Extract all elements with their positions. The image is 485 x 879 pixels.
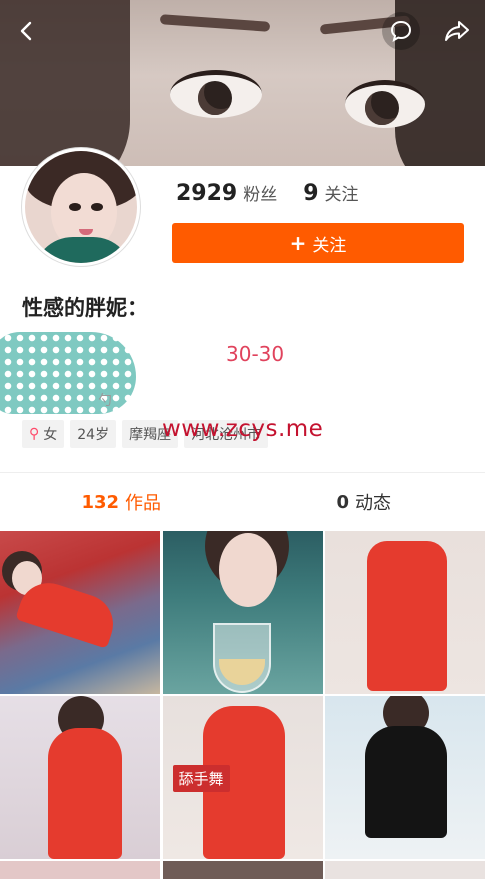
following-label[interactable]: 关注 (325, 180, 359, 205)
tag-age: 24岁 (70, 420, 117, 448)
video-thumbnail[interactable] (0, 861, 160, 879)
avatar[interactable] (22, 148, 140, 266)
tab-works-count: 132 (81, 491, 120, 513)
back-button[interactable] (8, 12, 46, 50)
video-thumbnail[interactable]: 舔手舞 (162, 696, 323, 859)
video-thumbnail[interactable] (0, 696, 160, 859)
tab-moments[interactable]: 0 动态 (243, 473, 485, 531)
profile-stats: 2929 粉丝 9 关注 (176, 180, 385, 206)
cover-photo (0, 0, 485, 168)
tab-works-label: 作品 (125, 493, 162, 514)
tag-gender: ⚲ 女 (22, 420, 65, 448)
wine-glass (212, 623, 271, 693)
back-arrow-icon (20, 21, 32, 41)
followers-label[interactable]: 粉丝 (243, 180, 277, 205)
tab-moments-count: 0 (336, 491, 350, 513)
followers-count[interactable]: 2929 (176, 181, 237, 206)
chat-bubble-icon (390, 20, 412, 43)
profile-name: 性感的胖妮： (22, 296, 148, 320)
video-thumbnail[interactable] (325, 696, 485, 859)
profile-bio-fragment: 勺 (98, 393, 112, 409)
tab-works[interactable]: 132 作品 (0, 473, 243, 531)
thumb-dress (365, 726, 447, 838)
profile-tabs: 132 作品 0 动态 (0, 473, 485, 531)
polka-dot-sticker (0, 332, 136, 414)
following-count[interactable]: 9 (303, 181, 318, 206)
tag-gender-label: 女 (43, 427, 58, 443)
watermark-text: www.zcys.me (162, 416, 324, 442)
follow-button-label: 关注 (312, 235, 347, 256)
share-icon (445, 21, 469, 41)
plus-icon: + (289, 231, 307, 255)
video-thumbnail[interactable] (325, 531, 485, 694)
share-button[interactable] (438, 12, 476, 50)
thumb-dress (367, 541, 447, 691)
avatar-eye-right (91, 203, 103, 211)
video-grid: 舔手舞 (0, 531, 485, 879)
follow-button[interactable]: + 关注 (172, 223, 464, 263)
tab-moments-label: 动态 (355, 493, 392, 514)
avatar-eye-left (69, 203, 81, 211)
video-thumbnail[interactable] (162, 861, 323, 879)
message-button[interactable] (382, 12, 420, 50)
video-thumbnail[interactable] (325, 861, 485, 879)
thumb-dress (48, 728, 122, 859)
video-title-badge: 舔手舞 (172, 765, 230, 792)
profile-bio: 30-30 (226, 342, 285, 366)
cover-eye-left (170, 70, 262, 118)
cover-brow-left (159, 14, 271, 32)
video-thumbnail[interactable] (162, 531, 323, 694)
cover-eye-right (345, 80, 425, 128)
thumb-face (218, 533, 277, 607)
video-thumbnail[interactable] (0, 531, 160, 694)
avatar-scarf (33, 237, 133, 263)
female-icon: ⚲ (29, 426, 40, 442)
